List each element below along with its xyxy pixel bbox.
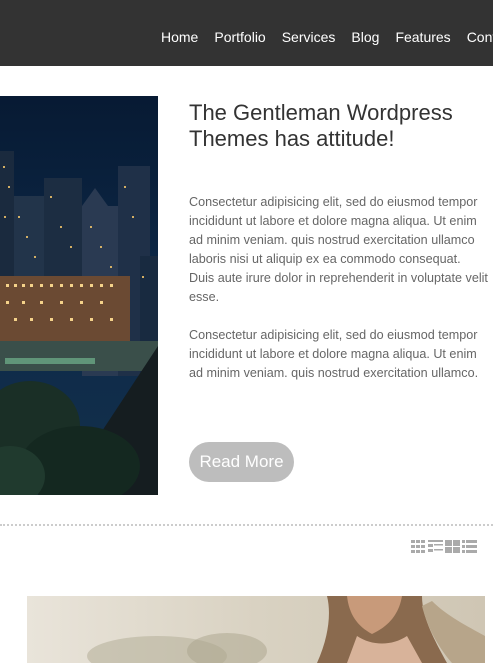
read-more-button[interactable]: Read More (189, 442, 294, 482)
list-icon[interactable] (462, 539, 477, 554)
top-navigation-bar: Home Portfolio Services Blog Features Co… (0, 0, 493, 66)
grid-4-icon[interactable] (411, 539, 426, 554)
grid-2-icon[interactable] (445, 539, 460, 554)
city-night-image (0, 96, 158, 495)
nav-services[interactable]: Services (282, 28, 336, 46)
nav-blog[interactable]: Blog (351, 28, 379, 46)
view-toggle-group (411, 539, 477, 554)
post-paragraph-1: Consectetur adipisicing elit, sed do eiu… (189, 195, 488, 304)
main-nav: Home Portfolio Services Blog Features Co… (161, 28, 493, 46)
nav-contact[interactable]: Contact (467, 28, 493, 46)
nav-portfolio[interactable]: Portfolio (214, 28, 265, 46)
section-divider (0, 524, 493, 526)
list-thumb-icon[interactable] (428, 539, 443, 554)
portrait-image (27, 596, 485, 663)
post-title: The Gentleman Wordpress Themes has attit… (189, 100, 453, 151)
nav-features[interactable]: Features (395, 28, 450, 46)
post-paragraph-2: Consectetur adipisicing elit, sed do eiu… (189, 328, 479, 380)
nav-home[interactable]: Home (161, 28, 198, 46)
